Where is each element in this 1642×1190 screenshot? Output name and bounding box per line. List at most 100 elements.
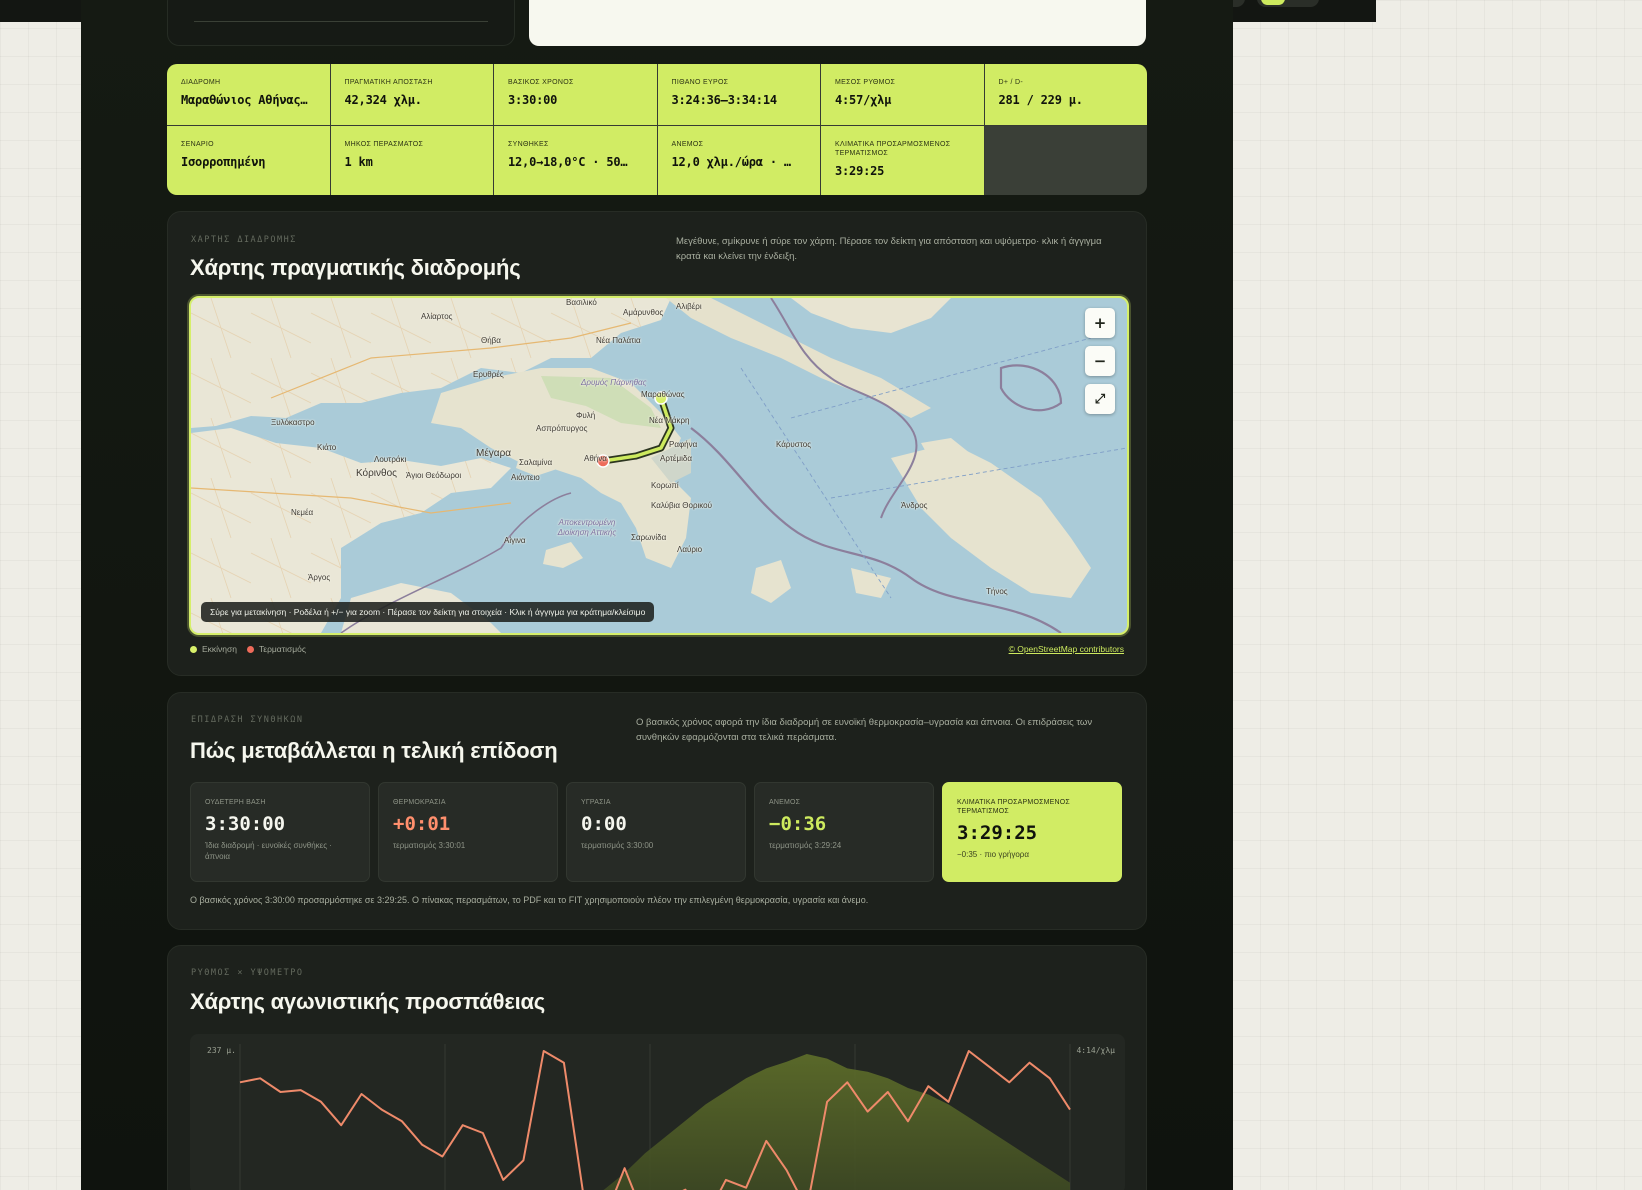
tile-sub: τερματισμός 3:30:00 [581,841,654,850]
map-place-label: Νέα Μάκρη [649,416,690,425]
summary-value: 3:30:00 [508,93,558,107]
summary-value: Μαραθώνιος Αθήνας… [181,93,308,107]
map-place-label: Λαύριο [677,545,703,554]
tile-wind: ΑΝΕΜΟΣ −0:36 τερματισμός 3:29:24 [754,782,934,882]
tile-sub: τερματισμός 3:29:24 [769,841,842,850]
summary-label: ΒΑΣΙΚΟΣ ΧΡΟΝΟΣ [508,79,574,86]
map-place-label: Ξυλόκαστρο [271,418,315,427]
summary-actual-distance: ΠΡΑΓΜΑΤΙΚΗ ΑΠΟΣΤΑΣΗ 42,324 χλμ. [330,64,493,125]
summary-wind: ΑΝΕΜΟΣ 12,0 χλμ./ώρα · … [657,126,820,195]
summary-value: 12,0 χλμ./ώρα · … [671,155,792,169]
map-place-label: Βασιλικό [566,298,597,307]
map-place-label: Άργος [308,573,331,582]
map-place-label: Αθήνα [584,454,607,463]
map-place-label: Ραφήνα [669,440,698,449]
summary-value: Ισορροπημένη [181,155,266,169]
tile-sub: Ίδια διαδρομή · ευνοϊκές συνθήκες · άπνο… [205,841,332,861]
summary-label: ΜΕΣΟΣ ΡΥΘΜΟΣ [835,79,896,86]
map-place-label: Αίγινα [504,536,526,545]
tile-label: ΥΓΡΑΣΙΑ [581,799,611,806]
summary-value: 42,324 χλμ. [344,93,422,107]
summary-scenario: ΣΕΝΑΡΙΟ Ισορροπημένη [167,126,330,195]
pace-title: Χάρτης αγωνιστικής προσπάθειας [190,989,546,1014]
summary-likely-range: ΠΙΘΑΝΟ ΕΥΡΟΣ 3:24:36–3:34:14 [657,64,820,125]
tile-adjusted-finish: ΚΛΙΜΑΤΙΚΑ ΠΡΟΣΑΡΜΟΣΜΕΝΟΣ ΤΕΡΜΑΤΙΣΜΟΣ 3:29… [942,782,1122,882]
map-place-label: Ερυθρές [473,370,504,379]
map-place-label: Κάρυστος [776,440,812,449]
map-description: Μεγέθυνε, σμίκρυνε ή σύρε τον χάρτη. Πέρ… [676,236,1102,262]
map-place-label: Κόρινθος [356,468,397,479]
tile-label: ΘΕΡΜΟΚΡΑΣΙΑ [393,799,446,806]
summary-elevation: D+ / D- 281 / 229 μ. [984,64,1147,125]
summary-label: ΠΙΘΑΝΟ ΕΥΡΟΣ [671,79,729,86]
map-legend: Εκκίνηση Τερματισμός [190,644,306,654]
summary-route: ΔΙΑΔΡΟΜΗ Μαραθώνιος Αθήνας… [167,64,330,125]
map-place-label: Αλίαρτος [421,312,453,321]
map-place-label: Σαρωνίδα [631,533,667,542]
zoom-in-button[interactable]: + [1085,308,1115,338]
summary-label: ΣΥΝΘΗΚΕΣ [508,141,549,148]
finish-dot-icon [247,646,255,653]
pace-elevation-chart[interactable]: 237 μ. 4:14/χλμ [190,1034,1125,1190]
impact-eyebrow: ΕΠΙΔΡΑΣΗ ΣΥΝΘΗΚΩΝ [191,715,304,725]
route-map-card: ΧΑΡΤΗΣ ΔΙΑΔΡΟΜΗΣ Χάρτης πραγματικής διαδ… [167,211,1147,676]
summary-label: ΜΗΚΟΣ ΠΕΡΑΣΜΑΤΟΣ [344,141,424,148]
impact-description: Ο βασικός χρόνος αφορά την ίδια διαδρομή… [636,717,1093,743]
map-place-label: Αμάρυνθος [623,308,664,317]
legend-start-label: Εκκίνηση [202,644,238,654]
conditions-impact-card: ΕΠΙΔΡΑΣΗ ΣΥΝΘΗΚΩΝ Πώς μεταβάλλεται η τελ… [167,692,1147,930]
map-place-label: Νέα Παλάτια [596,336,641,345]
zoom-out-button[interactable]: − [1085,346,1115,376]
tile-label: ΚΛΙΜΑΤΙΚΑ ΠΡΟΣΑΡΜΟΣΜΕΝΟΣ ΤΕΡΜΑΤΙΣΜΟΣ [957,799,1070,815]
tile-value: 3:29:25 [957,822,1038,844]
pace-axis-label: 4:14/χλμ [1076,1046,1115,1055]
summary-label: ΣΕΝΑΡΙΟ [181,141,214,148]
map-place-label: Θήβα [481,336,501,345]
tile-value: +0:01 [393,813,451,835]
impact-note: Ο βασικός χρόνος 3:30:00 προσαρμόστηκε σ… [190,895,869,905]
summary-conditions: ΣΥΝΘΗΚΕΣ 12,0→18,0°C · 50… [494,126,657,195]
pace-eyebrow: ΡΥΘΜΟΣ × ΥΨΟΜΕΤΡΟ [191,968,304,978]
map-place-label: Λουτράκι [374,455,407,464]
impact-tiles: ΟΥΔΕΤΕΡΗ ΒΑΣΗ 3:30:00 Ίδια διαδρομή · ευνο… [190,782,1122,882]
osm-attribution-link[interactable]: © OpenStreetMap contributors [1009,644,1124,654]
summary-split-length: ΜΗΚΟΣ ΠΕΡΑΣΜΑΤΟΣ 1 km [330,126,493,195]
previous-card [167,0,515,46]
legend-finish-label: Τερματισμός [259,644,306,654]
map-place-label: Μαραθώνας [641,390,685,399]
map-place-label: Δρυμός Πάρνηθας [581,378,647,387]
tile-value: −0:36 [769,813,827,835]
tile-value: 3:30:00 [205,813,286,835]
map-place-label: Νεμέα [291,508,314,517]
chart-canvas [239,1044,1071,1190]
route-map[interactable]: Αλίαρτος Θήβα Βασιλικό Αμάρυνθος Αλιβέρι Νέα … [189,296,1129,635]
elevation-axis-label: 237 μ. [207,1046,236,1055]
tile-sub: τερματισμός 3:30:01 [393,841,466,850]
map-place-label: Μέγαρα [476,448,512,459]
tile-label: ΑΝΕΜΟΣ [769,799,801,806]
map-title: Χάρτης πραγματικής διαδρομής [190,255,521,280]
toolbar-toggle[interactable] [1257,0,1319,7]
tile-sub: −0:35 · πιο γρήγορα [957,850,1029,859]
map-place-label: Αρτέμιδα [660,454,692,463]
summary-label: ΑΝΕΜΟΣ [671,141,704,148]
tile-value: 0:00 [581,813,627,835]
map-place-label: Κορωπί [651,481,679,490]
impact-title: Πώς μεταβάλλεται η τελική επίδοση [190,738,558,763]
map-place-label: Αποκεντρωμένη Διοίκηση Αττικής [557,518,617,537]
map-place-label: Καλύβια Θορικού [651,501,712,510]
map-eyebrow: ΧΑΡΤΗΣ ΔΙΑΔΡΟΜΗΣ [191,235,297,245]
fullscreen-button[interactable]: ⤢ [1085,384,1115,414]
elevation-area [603,1054,1070,1190]
summary-base-time: ΒΑΣΙΚΟΣ ΧΡΟΝΟΣ 3:30:00 [494,64,657,125]
summary-average-pace: ΜΕΣΟΣ ΡΥΘΜΟΣ 4:57/χλμ [821,64,984,125]
race-summary-grid: ΔΙΑΔΡΟΜΗ Μαραθώνιος Αθήνας… ΠΡΑΓΜΑΤΙΚΗ ΑΠ… [167,64,1147,195]
map-place-label: Ασπρόπυργος [536,424,588,433]
main-panel: ΔΙΑΔΡΟΜΗ Μαραθώνιος Αθήνας… ΠΡΑΓΜΑΤΙΚΗ ΑΠ… [81,0,1233,1190]
map-place-label: Αλιβέρι [676,302,702,311]
tile-label: ΟΥΔΕΤΕΡΗ ΒΑΣΗ [205,799,266,806]
summary-adjusted-finish: ΚΛΙΜΑΤΙΚΑ ΠΡΟΣΑΡΜΟΣΜΕΝΟΣ ΤΕΡΜΑΤΙΣΜΟΣ 3:29… [821,126,984,195]
map-place-label: Άνδρος [901,501,928,510]
map-place-label: Φυλή [576,411,596,420]
previous-card-light [529,0,1146,46]
